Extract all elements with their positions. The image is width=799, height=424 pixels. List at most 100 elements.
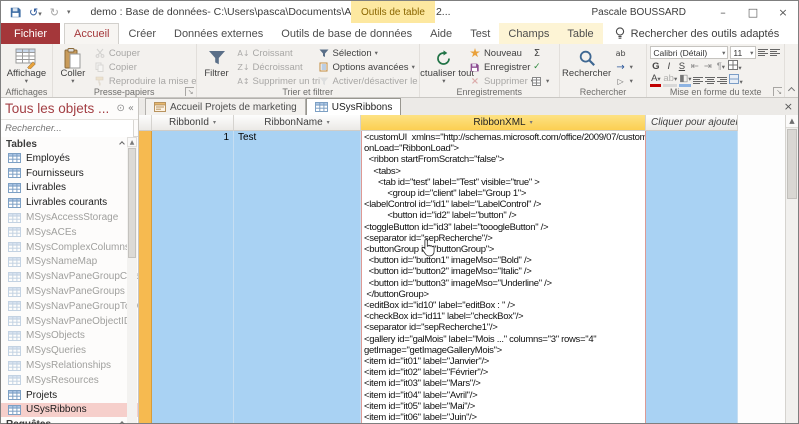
minimize-button[interactable]: – [708,1,738,23]
cell-add-column[interactable] [646,131,738,423]
totals-button[interactable]: Σ [531,46,551,60]
column-header-ribbonid[interactable]: RibbonId ▾ [152,115,234,131]
affichage-button[interactable]: Affichage [4,46,49,84]
sort-descending-button[interactable]: Z↓ Décroissant [237,60,314,74]
tell-me-box[interactable]: Rechercher des outils adaptés [615,23,779,44]
spelling-button[interactable]: ✓ [531,60,551,74]
nav-item-table[interactable]: MSysQueries [1,343,138,358]
column-header-ribbonxml[interactable]: RibbonXML ▾ [361,115,646,131]
nav-item-table[interactable]: USysRibbons [1,402,138,418]
ribbon-tab[interactable]: Créer [119,23,165,44]
vertical-scrollbar[interactable]: ▲ [785,115,798,423]
maximize-button[interactable]: □ [738,1,768,23]
replace-button[interactable]: ab [615,46,639,60]
nav-item-table[interactable]: MSysNameMap [1,255,138,270]
nav-item-table[interactable]: MSysNavPaneGroups [1,284,138,299]
delete-record-button[interactable]: × Supprimer [469,74,528,88]
nav-item-table[interactable]: MSysObjects [1,329,138,344]
increase-indent-icon[interactable]: ⇥ [702,61,713,72]
column-header-add-column[interactable]: Cliquer pour ajouter▾ [646,115,738,131]
nav-item-table[interactable]: Livrables [1,181,138,196]
decrease-indent-icon[interactable]: ⇤ [689,61,700,72]
ribbon-tab[interactable]: Outils de base de données [272,23,421,44]
align-left-icon[interactable] [693,77,704,84]
advanced-options-button[interactable]: Options avancées [318,60,419,74]
gridlines-button[interactable] [728,60,742,73]
ribbon-tab[interactable]: Données externes [165,23,272,44]
row-selector[interactable] [139,131,152,423]
nav-item-table[interactable]: MSysResources [1,373,138,388]
undo-icon[interactable]: ↺▾ [29,7,42,18]
format-painter-button[interactable]: Reproduire la mise en forme [94,74,196,88]
shutter-close-icon[interactable]: « [128,103,134,114]
ribbon-tab[interactable]: Aide [421,23,461,44]
nav-item-table[interactable]: Fournisseurs [1,166,138,181]
close-button[interactable]: × [768,1,798,23]
font-color-button[interactable]: A [650,74,662,87]
customize-qat-icon[interactable]: ▾ [67,8,71,16]
new-record-button[interactable]: Nouveau [469,46,527,60]
save-record-button[interactable]: Enregistrer [469,60,530,74]
nav-search-input[interactable] [1,119,134,137]
save-icon[interactable] [10,7,21,18]
find-button[interactable]: Rechercher [562,46,611,79]
tab-fichier[interactable]: Fichier [1,23,61,44]
font-name-combo[interactable]: Calibri (Détail) [650,46,729,59]
bullet-list-icon[interactable] [758,49,769,56]
bold-button[interactable]: G [650,61,661,72]
scroll-up-icon[interactable]: ▲ [127,137,137,147]
nav-item-table[interactable]: MSysAccessStorage [1,210,138,225]
background-color-button[interactable]: ◧ [679,74,692,87]
ribbon-tab[interactable]: Accueil [64,23,120,44]
nav-item-table[interactable]: Projets [1,388,138,403]
nav-item-table[interactable]: Livrables courants [1,195,138,210]
sort-ascending-button[interactable]: A↓ Croissant [237,46,314,60]
paste-button[interactable]: Coller [56,46,90,84]
collapse-ribbon-button[interactable] [785,44,798,97]
contextual-ribbon-tab[interactable]: Champs [499,23,559,44]
copy-button[interactable]: Copier [94,60,196,74]
nav-item-table[interactable]: Employés [1,151,138,166]
nav-item-table[interactable]: MSysNavPaneObjectIDs [1,314,138,329]
close-document-icon[interactable]: × [784,100,793,113]
align-right-icon[interactable] [717,77,728,84]
filter-button[interactable]: Filtrer [200,46,234,79]
nav-group-requetes[interactable]: Requêtes [1,417,138,424]
cell-ribbonname[interactable]: Test [234,131,361,423]
doc-tab-usysribbons[interactable]: USysRibbons [305,98,402,115]
nav-menu-icon[interactable]: ⊙ [116,103,124,114]
text-direction-button[interactable]: ¶ [715,61,726,72]
dialog-launcher-icon[interactable]: ↘ [773,87,783,96]
cell-ribbonid[interactable]: 1 [152,131,234,423]
select-button[interactable]: ▷ [615,74,639,88]
account-user-name[interactable]: Pascale BOUSSARD [592,7,686,18]
nav-item-table[interactable]: MSysRelationships [1,358,138,373]
more-records-button[interactable] [531,74,551,88]
cell-ribbonxml[interactable]: <customUI xmlns="http://schemas.microsof… [361,131,646,423]
goto-button[interactable]: → [615,60,639,74]
nav-group-tables[interactable]: Tables [1,137,138,151]
remove-sort-button[interactable]: A↕ Supprimer un tri [237,74,320,88]
font-size-combo[interactable]: 11 [730,46,757,59]
column-header-ribbonname[interactable]: RibbonName ▾ [234,115,361,131]
nav-scrollbar[interactable]: ▲ [127,137,137,423]
cell-format-button[interactable] [729,74,743,87]
redo-icon[interactable]: ↻ [50,7,59,18]
dialog-launcher-icon[interactable]: ↘ [184,87,194,96]
contextual-ribbon-tab[interactable]: Table [558,23,603,44]
nav-item-table[interactable]: MSysNavPaneGroupToObj... [1,299,138,314]
nav-item-table[interactable]: MSysACEs [1,225,138,240]
select-all-corner[interactable] [139,115,152,131]
align-center-icon[interactable] [705,77,716,84]
underline-button[interactable]: S [676,61,687,72]
nav-item-table[interactable]: MSysNavPaneGroupCateg... [1,269,138,284]
highlight-color-button[interactable]: ab [663,74,678,87]
selection-button[interactable]: Sélection [318,46,419,60]
nav-item-table[interactable]: MSysComplexColumns [1,240,138,255]
italic-button[interactable]: I [663,61,674,72]
refresh-all-button[interactable]: Actualiser tout [420,46,474,84]
toggle-filter-button[interactable]: Activer/désactiver le filtre [318,74,419,88]
scroll-up-icon[interactable]: ▲ [786,115,798,128]
doc-tab-accueil-projets[interactable]: Accueil Projets de marketing [145,98,306,115]
cut-button[interactable]: Couper [94,46,196,60]
